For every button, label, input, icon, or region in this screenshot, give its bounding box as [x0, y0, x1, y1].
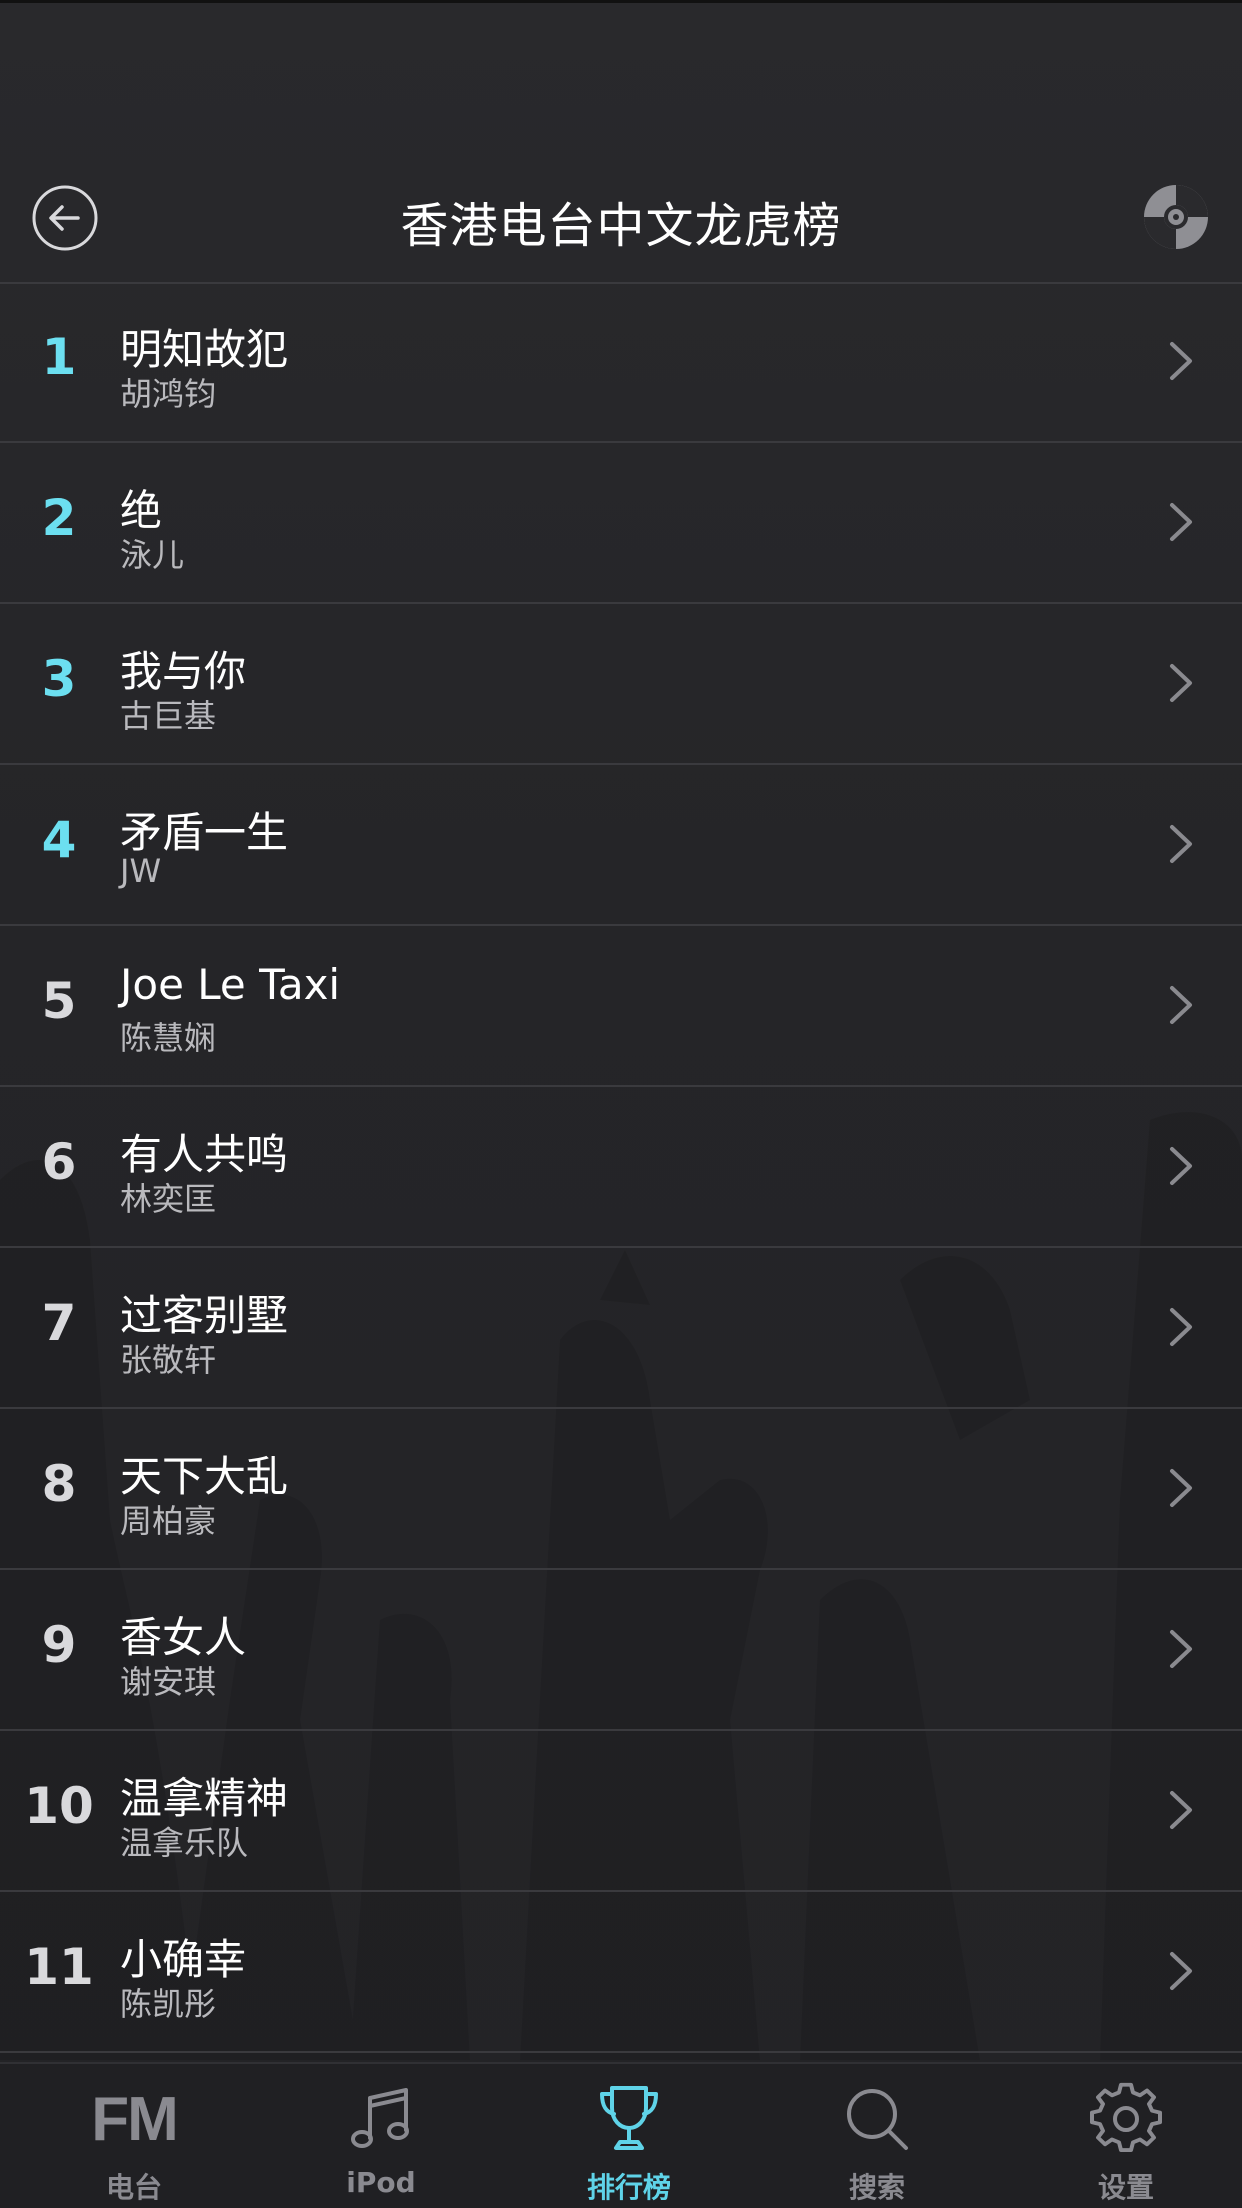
song-title: 有人共鸣	[120, 1130, 289, 1179]
song-artist: 张敬轩	[120, 1341, 217, 1379]
rank-number: 11	[24, 1938, 94, 1996]
chevron-right-icon	[1170, 503, 1192, 541]
chart-row[interactable]: 9 香女人 谢安琪	[0, 1570, 1242, 1731]
status-bar-edge	[0, 0, 1242, 3]
app-screen: 香港电台中文龙虎榜 1 明知故犯 胡鸿钧 2 绝泳儿 3 我与你 古巨基 4 矛盾一生 JW 5 Joe…	[0, 0, 1242, 2208]
now-playing-disc-icon[interactable]	[1142, 183, 1210, 251]
tab-bar: FM 电台 iPod 排行榜 搜索 设置	[0, 2062, 1242, 2208]
chart-row[interactable]: 7 过客别墅 张敬轩	[0, 1248, 1242, 1409]
chart-row[interactable]: 8 天下大乱 周柏豪	[0, 1409, 1242, 1570]
chevron-right-icon	[1170, 664, 1192, 702]
chevron-right-icon	[1170, 986, 1192, 1024]
song-title: 绝	[120, 486, 163, 535]
chart-list: 1 明知故犯 胡鸿钧 2 绝泳儿 3 我与你 古巨基 4 矛盾一生 JW 5 Joe Le Taxi 陈慧…	[0, 282, 1242, 2053]
chevron-right-icon	[1170, 1952, 1192, 1990]
chevron-right-icon	[1170, 1308, 1192, 1346]
tab-label-ipod: iPod	[346, 2166, 416, 2199]
tab-charts[interactable]: 排行榜	[505, 2064, 753, 2208]
song-artist: 陈慧娴	[120, 1019, 217, 1057]
song-title: 明知故犯	[120, 325, 289, 374]
song-artist: 谢安琪	[120, 1663, 217, 1701]
chevron-right-icon	[1170, 342, 1192, 380]
song-title: Joe Le Taxi	[120, 960, 341, 1009]
song-title: 矛盾一生	[120, 808, 289, 857]
rank-number: 8	[41, 1455, 77, 1513]
rank-number: 4	[41, 811, 77, 869]
song-title: 我与你	[120, 647, 247, 696]
chart-row[interactable]: 5 Joe Le Taxi 陈慧娴	[0, 926, 1242, 1087]
rank-number: 6	[41, 1133, 77, 1191]
tab-label-settings: 设置	[1097, 2171, 1154, 2204]
chevron-right-icon	[1170, 1791, 1192, 1829]
tab-settings[interactable]: 设置	[1002, 2064, 1242, 2208]
song-artist: 泳儿	[120, 536, 185, 574]
song-artist: JW	[120, 852, 162, 890]
chart-row[interactable]: 11 小确幸 陈凯彤	[0, 1892, 1242, 2053]
gear-icon	[1090, 2082, 1162, 2152]
music-note-icon	[351, 2088, 409, 2148]
rank-number: 2	[41, 489, 77, 547]
song-artist: 周柏豪	[120, 1502, 217, 1540]
song-artist: 古巨基	[120, 697, 217, 735]
chevron-right-icon	[1170, 825, 1192, 863]
rank-number: 3	[41, 650, 77, 708]
chevron-right-icon	[1170, 1630, 1192, 1668]
rank-number: 9	[41, 1616, 77, 1674]
navigation-bar: 香港电台中文龙虎榜	[0, 160, 1242, 284]
tab-label-search: 搜索	[848, 2171, 905, 2204]
tab-radio[interactable]: FM 电台	[10, 2064, 258, 2208]
chart-row[interactable]: 1 明知故犯 胡鸿钧	[0, 282, 1242, 443]
page-title: 香港电台中文龙虎榜	[400, 198, 842, 254]
chart-row[interactable]: 10 温拿精神 温拿乐队	[0, 1731, 1242, 1892]
rank-number: 1	[41, 328, 77, 386]
rank-number: 7	[41, 1294, 77, 1352]
chart-row[interactable]: 4 矛盾一生 JW	[0, 765, 1242, 926]
search-icon	[847, 2089, 908, 2150]
song-artist: 胡鸿钧	[120, 375, 217, 413]
trophy-icon	[600, 2086, 658, 2150]
song-artist: 陈凯彤	[120, 1985, 217, 2023]
song-title: 香女人	[120, 1613, 247, 1662]
chart-row[interactable]: 6 有人共鸣 林奕匡	[0, 1087, 1242, 1248]
chevron-right-icon	[1170, 1147, 1192, 1185]
song-title: 温拿精神	[120, 1774, 289, 1823]
song-artist: 林奕匡	[120, 1180, 217, 1218]
rank-number: 5	[41, 972, 77, 1030]
song-title: 天下大乱	[120, 1452, 289, 1501]
fm-icon: FM	[91, 2085, 179, 2154]
tab-ipod[interactable]: iPod	[257, 2064, 505, 2208]
chart-row[interactable]: 3 我与你 古巨基	[0, 604, 1242, 765]
chevron-right-icon	[1170, 1469, 1192, 1507]
song-artist: 温拿乐队	[120, 1824, 249, 1862]
tab-label-radio: 电台	[105, 2171, 162, 2204]
tab-search[interactable]: 搜索	[753, 2064, 1001, 2208]
song-title: 小确幸	[120, 1935, 247, 1984]
tab-label-charts: 排行榜	[586, 2171, 671, 2204]
rank-number: 10	[24, 1777, 94, 1835]
chart-row[interactable]: 2 绝泳儿	[0, 443, 1242, 604]
song-title: 过客别墅	[120, 1291, 289, 1340]
